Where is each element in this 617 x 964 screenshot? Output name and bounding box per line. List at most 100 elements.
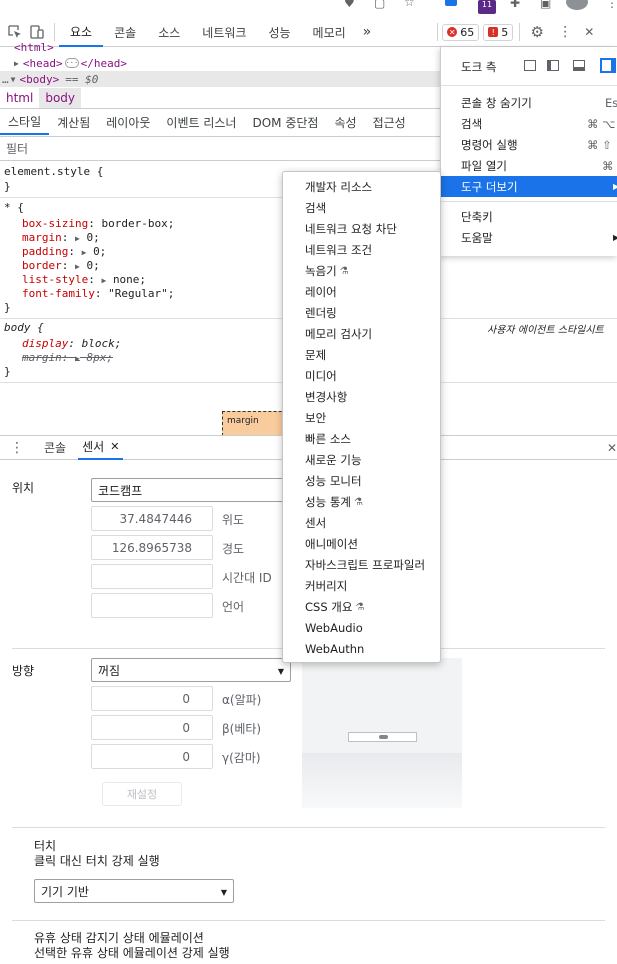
- drawer-close-icon[interactable]: ✕: [607, 441, 617, 455]
- subtab-dom-breakpoints[interactable]: DOM 중단점: [244, 109, 326, 135]
- close-tab-icon[interactable]: ✕: [110, 440, 119, 453]
- breadcrumb-item-html[interactable]: html: [0, 91, 39, 105]
- puzzle-icon[interactable]: ✚: [510, 0, 520, 10]
- dom-node-html[interactable]: <html>: [14, 41, 54, 53]
- dock-left-icon[interactable]: [547, 60, 559, 71]
- more-tabs-button[interactable]: »: [357, 18, 378, 47]
- body-selector[interactable]: body {: [4, 321, 44, 335]
- avatar[interactable]: [566, 0, 588, 10]
- inspect-icon[interactable]: [8, 25, 22, 39]
- more-tools-item[interactable]: 개발자 리소스: [283, 177, 440, 197]
- subtab-computed[interactable]: 계산됨: [49, 109, 98, 135]
- undock-icon[interactable]: [524, 60, 536, 71]
- drawer-tab-sensors[interactable]: 센서 ✕: [78, 435, 124, 460]
- more-tools-item[interactable]: 검색: [283, 198, 440, 218]
- drawer-menu-icon[interactable]: ⋮: [10, 440, 24, 456]
- latitude-label: 위도: [222, 513, 245, 527]
- beta-input[interactable]: 0: [91, 715, 213, 740]
- more-tools-item[interactable]: WebAudio: [283, 618, 440, 638]
- location-select[interactable]: 코드캠프: [91, 478, 291, 502]
- ellipsis-icon[interactable]: ···: [64, 58, 79, 68]
- css-property-row[interactable]: margin: ▶ 0;: [22, 231, 100, 246]
- more-tools-item[interactable]: 보안: [283, 408, 440, 428]
- star-selector[interactable]: * {: [4, 201, 24, 215]
- css-property-row[interactable]: box-sizing: border-box;: [22, 217, 174, 231]
- tab-console[interactable]: 콘솔: [103, 18, 147, 47]
- more-tools-item[interactable]: 녹음기 ⚗: [283, 261, 440, 281]
- touch-select[interactable]: 기기 기반 ▼: [34, 879, 234, 903]
- menu-item-shortcuts[interactable]: 단축키: [441, 206, 617, 227]
- collapse-arrow-icon[interactable]: ▼: [11, 75, 16, 84]
- more-tools-item[interactable]: 새로운 기능: [283, 450, 440, 470]
- breadcrumb-item-body[interactable]: body: [39, 87, 82, 108]
- expand-arrow-icon[interactable]: ▶: [14, 59, 19, 68]
- device-model: [348, 732, 417, 742]
- more-tools-item[interactable]: 네트워크 조건: [283, 240, 440, 260]
- more-tools-item[interactable]: WebAuthn: [283, 639, 440, 659]
- subtab-event-listeners[interactable]: 이벤트 리스너: [158, 109, 244, 135]
- css-property-row[interactable]: list-style: ▶ none;: [22, 273, 146, 288]
- more-tools-item[interactable]: 메모리 검사기: [283, 324, 440, 344]
- tab-elements[interactable]: 요소: [59, 18, 104, 47]
- dom-node-body-selected[interactable]: … ▼ <body> == $0: [0, 71, 440, 87]
- warning-count-badge[interactable]: ! 5: [483, 23, 514, 41]
- css-property-row-overridden[interactable]: margin: ▶ 8px;: [22, 351, 113, 366]
- dom-node-head[interactable]: ▶ <head> ··· </head>: [14, 55, 127, 71]
- menu-item-hide-console[interactable]: 콘솔 창 숨기기 Es: [441, 92, 617, 113]
- gamma-input[interactable]: 0: [91, 744, 213, 769]
- menu-item-run-command[interactable]: 명령어 실행 ⌘ ⇧: [441, 134, 617, 155]
- tab-sources[interactable]: 소스: [147, 18, 191, 47]
- subtab-styles[interactable]: 스타일: [0, 109, 50, 135]
- device-toggle-icon[interactable]: [30, 25, 44, 39]
- tab-performance[interactable]: 성능: [257, 18, 301, 47]
- more-tools-item[interactable]: 미디어: [283, 366, 440, 386]
- tab-network[interactable]: 네트워크: [191, 18, 257, 47]
- tab-memory[interactable]: 메모리: [302, 18, 357, 47]
- subtab-layout[interactable]: 레이아웃: [98, 109, 158, 135]
- more-tools-item[interactable]: 렌더링: [283, 303, 440, 323]
- menu-item-help[interactable]: 도움말 ▶: [441, 227, 617, 248]
- more-tools-item[interactable]: 자바스크립트 프로파일러: [283, 555, 440, 575]
- drawer-tab-console[interactable]: 콘솔: [38, 439, 72, 456]
- dock-bottom-icon[interactable]: [573, 60, 585, 71]
- menu-item-search[interactable]: 검색 ⌘ ⌥: [441, 113, 617, 134]
- latitude-input[interactable]: 37.4847446: [91, 506, 213, 531]
- dock-right-icon[interactable]: [600, 58, 616, 73]
- css-property-row[interactable]: padding: ▶ 0;: [22, 245, 106, 260]
- more-tools-item[interactable]: 문제: [283, 345, 440, 365]
- gear-icon[interactable]: ⚙: [530, 23, 544, 41]
- more-tools-item[interactable]: 커버리지: [283, 576, 440, 596]
- css-property-row[interactable]: display: block;: [22, 337, 121, 351]
- more-tools-item[interactable]: 레이어: [283, 282, 440, 302]
- sidepanel-icon[interactable]: ▣: [540, 0, 551, 10]
- css-property-row[interactable]: font-family: "Regular";: [22, 287, 174, 301]
- element-style-selector[interactable]: element.style {: [4, 165, 103, 179]
- more-tools-item[interactable]: 네트워크 요청 차단: [283, 219, 440, 239]
- reset-button[interactable]: 재설정: [102, 782, 182, 806]
- kebab-icon[interactable]: ⋮: [606, 0, 617, 10]
- alpha-input[interactable]: 0: [91, 686, 213, 711]
- more-tools-item[interactable]: 빠른 소스: [283, 429, 440, 449]
- timezone-input[interactable]: [91, 564, 213, 589]
- menu-item-more-tools[interactable]: 도구 더보기 ▶: [441, 176, 617, 197]
- error-count-badge[interactable]: ✕ 65: [442, 23, 480, 41]
- extension-icon[interactable]: [445, 0, 457, 6]
- styles-filter-input[interactable]: 필터: [0, 137, 440, 161]
- locale-input[interactable]: [91, 593, 213, 618]
- more-tools-item[interactable]: CSS 개요 ⚗: [283, 597, 440, 617]
- subtab-accessibility[interactable]: 접근성: [365, 109, 414, 135]
- menu-item-open-file[interactable]: 파일 열기 ⌘: [441, 155, 617, 176]
- longitude-input[interactable]: 126.8965738: [91, 535, 213, 560]
- orientation-select[interactable]: 꺼짐 ▼: [91, 658, 291, 682]
- more-tools-item[interactable]: 애니메이션: [283, 534, 440, 554]
- css-property-row[interactable]: border: ▶ 0;: [22, 259, 100, 274]
- more-tools-item[interactable]: 성능 통계 ⚗: [283, 492, 440, 512]
- more-tools-item[interactable]: 센서: [283, 513, 440, 533]
- orientation-preview[interactable]: [302, 658, 462, 808]
- close-icon[interactable]: ✕: [582, 25, 596, 39]
- extension-badge[interactable]: 11: [478, 0, 496, 14]
- more-tools-item[interactable]: 변경사항: [283, 387, 440, 407]
- more-tools-item[interactable]: 성능 모니터: [283, 471, 440, 491]
- subtab-properties[interactable]: 속성: [326, 109, 364, 135]
- kebab-menu-icon[interactable]: ⋮: [558, 24, 572, 40]
